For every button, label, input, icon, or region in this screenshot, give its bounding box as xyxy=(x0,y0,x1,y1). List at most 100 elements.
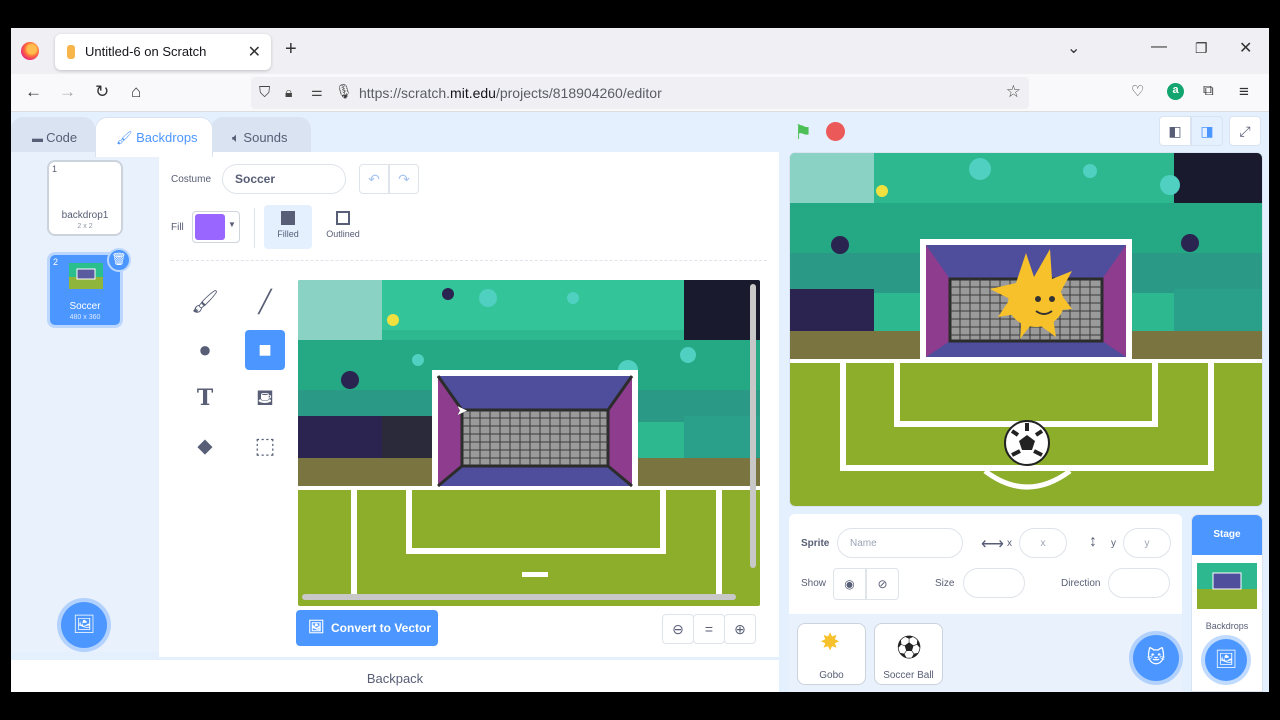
lock-icon[interactable]: 🔒︎ xyxy=(285,84,292,101)
sprite-label: Sprite xyxy=(801,538,830,549)
filled-mode-button[interactable]: Filled xyxy=(264,205,312,249)
gobo-thumbnail-icon: ✸ xyxy=(820,629,841,656)
choose-sprite-button[interactable]: 🐱︎ xyxy=(1133,635,1179,681)
close-window-icon[interactable]: ✕ xyxy=(1239,38,1252,58)
url-prefix: https://scratch. xyxy=(359,85,451,101)
line-tool-icon[interactable]: ╱ xyxy=(245,282,285,322)
fill-bucket-tool-icon[interactable]: ⛾ xyxy=(245,378,285,418)
direction-input[interactable] xyxy=(1108,568,1170,598)
reload-icon[interactable]: ↻ xyxy=(95,82,109,102)
filled-square-icon xyxy=(281,211,295,225)
convert-to-vector-button[interactable]: 🖼︎ Convert to Vector xyxy=(296,610,438,646)
stage-canvas[interactable] xyxy=(789,152,1263,507)
microphone-icon[interactable]: 🎙︎ xyxy=(335,83,353,100)
menu-icon[interactable]: ≡ xyxy=(1239,82,1249,102)
hide-eye-slash-icon[interactable]: ⊘ xyxy=(866,568,899,600)
minimize-icon[interactable]: — xyxy=(1151,38,1167,56)
browser-window: Untitled-6 on Scratch ✕ + ⌄ — ❐ ✕ ← → ↻ … xyxy=(11,28,1269,692)
green-flag-icon[interactable]: ⚑ xyxy=(794,120,812,145)
convert-label: Convert to Vector xyxy=(331,621,432,635)
image-icon: 🖼︎ xyxy=(308,619,325,634)
url-text: https://scratch.mit.edu/projects/8189042… xyxy=(359,85,662,101)
tab-code[interactable]: ▬ Code xyxy=(11,117,95,157)
vertical-arrows-icon: ↕ xyxy=(1089,533,1097,550)
fill-color-picker[interactable]: ▼ xyxy=(192,211,240,243)
stage-header: Stage xyxy=(1192,515,1262,555)
soccer-ball-sprite[interactable] xyxy=(1004,420,1050,466)
scratch-editor: ▬ Code 🖌︎ Backdrops 🔈︎ Sounds 1 backdrop… xyxy=(11,112,1269,692)
back-icon[interactable]: ← xyxy=(25,82,42,102)
divider xyxy=(171,260,767,261)
backpack-bar[interactable]: Backpack xyxy=(11,660,779,692)
sprite-name-input[interactable]: Name xyxy=(837,528,963,558)
size-input[interactable] xyxy=(963,568,1025,598)
redo-icon[interactable]: ↷ xyxy=(389,164,419,194)
extension-account-icon[interactable]: a xyxy=(1167,83,1184,100)
choose-backdrop-button[interactable]: 🖼︎ xyxy=(61,602,107,648)
sprite-info-panel: Sprite Name ⟷ x x ↕ y y Show ◉ ⊘ Size Di… xyxy=(789,514,1182,614)
speaker-icon: 🔈︎ xyxy=(232,130,244,145)
permissions-icon[interactable]: ⚌ xyxy=(311,84,323,100)
home-icon[interactable]: ⌂ xyxy=(131,82,141,102)
brush-tool-icon[interactable]: 🖌︎ xyxy=(185,282,225,322)
tab-sounds[interactable]: 🔈︎ Sounds xyxy=(211,117,311,157)
backdrop-thumbnail xyxy=(69,263,103,289)
delete-trash-icon[interactable]: 🗑︎ xyxy=(107,248,131,272)
sprite-name: Soccer Ball xyxy=(883,670,934,681)
backdrop-number: 2 xyxy=(53,257,59,267)
fill-color-swatch xyxy=(195,214,225,240)
firefox-logo-icon xyxy=(21,42,39,60)
outlined-mode-button[interactable]: Outlined xyxy=(319,205,367,249)
browser-tab[interactable]: Untitled-6 on Scratch ✕ xyxy=(55,34,271,70)
forward-icon[interactable]: → xyxy=(59,82,76,102)
divider xyxy=(254,208,255,248)
close-tab-icon[interactable]: ✕ xyxy=(248,42,261,62)
dropdown-arrow-icon: ▼ xyxy=(228,220,236,229)
x-input[interactable]: x xyxy=(1019,528,1067,558)
text-tool-icon[interactable]: T xyxy=(185,378,225,418)
fill-label: Fill xyxy=(171,222,184,233)
stage-selector[interactable]: Stage Backdrops 🖼︎ xyxy=(1191,514,1263,692)
sprite-tile-gobo[interactable]: ✸ Gobo xyxy=(797,623,866,685)
fullscreen-icon[interactable]: ⤢ xyxy=(1229,116,1261,146)
circle-tool-icon[interactable]: ● xyxy=(185,330,225,370)
stop-icon[interactable] xyxy=(826,122,845,141)
eraser-tool-icon[interactable]: ⬥ xyxy=(185,426,225,466)
zoom-reset-button[interactable]: = xyxy=(693,614,725,644)
large-stage-icon[interactable]: ◨ xyxy=(1191,116,1223,146)
direction-label: Direction xyxy=(1061,578,1101,589)
costume-name-input[interactable]: Soccer xyxy=(222,164,346,194)
paint-canvas[interactable]: ➤ xyxy=(298,280,760,606)
y-label: y xyxy=(1111,538,1116,549)
tab-sounds-label: Sounds xyxy=(243,130,288,145)
show-visible-eye-icon[interactable]: ◉ xyxy=(833,568,866,600)
shield-icon[interactable]: ⛉ xyxy=(259,84,270,101)
bookmark-star-icon[interactable]: ☆ xyxy=(1006,82,1021,102)
horizontal-arrows-icon: ⟷ xyxy=(981,536,1004,553)
url-bar[interactable]: ⛉ 🔒︎ ⚌ 🎙︎ https://scratch.mit.edu/projec… xyxy=(251,77,1029,109)
extensions-icon[interactable]: ⧉ xyxy=(1203,82,1214,99)
x-label: x xyxy=(1007,538,1012,549)
zoom-out-icon[interactable]: ⊖ xyxy=(662,614,694,644)
small-stage-icon[interactable]: ◧ xyxy=(1159,116,1191,146)
zoom-in-icon[interactable]: ⊕ xyxy=(724,614,756,644)
sprite-tile-soccer-ball[interactable]: ⚽︎ Soccer Ball xyxy=(874,623,943,685)
choose-backdrop-stage-button[interactable]: 🖼︎ xyxy=(1205,639,1247,681)
undo-icon[interactable]: ↶ xyxy=(359,164,389,194)
rectangle-tool-icon[interactable]: ■ xyxy=(245,330,285,370)
list-tabs-chevron-icon[interactable]: ⌄ xyxy=(1067,38,1080,58)
stage-scene xyxy=(790,153,1262,506)
cat-add-icon: 🐱︎ xyxy=(1146,647,1166,667)
restore-icon[interactable]: ❐ xyxy=(1195,40,1208,57)
pocket-icon[interactable]: ♡ xyxy=(1131,82,1144,100)
new-tab-icon[interactable]: + xyxy=(285,38,297,61)
scratch-favicon-icon xyxy=(67,45,75,59)
backdrop-name: Soccer xyxy=(69,301,101,312)
y-input[interactable]: y xyxy=(1123,528,1171,558)
backdrop-name: backdrop1 xyxy=(61,210,109,221)
url-path: /projects/818904260/editor xyxy=(495,85,662,101)
url-domain: mit.edu xyxy=(450,85,496,101)
tab-backdrops[interactable]: 🖌︎ Backdrops xyxy=(95,117,213,157)
select-tool-icon[interactable]: ⬚ xyxy=(245,426,285,466)
backdrop-item-1[interactable]: 1 backdrop1 2 x 2 xyxy=(47,160,123,236)
